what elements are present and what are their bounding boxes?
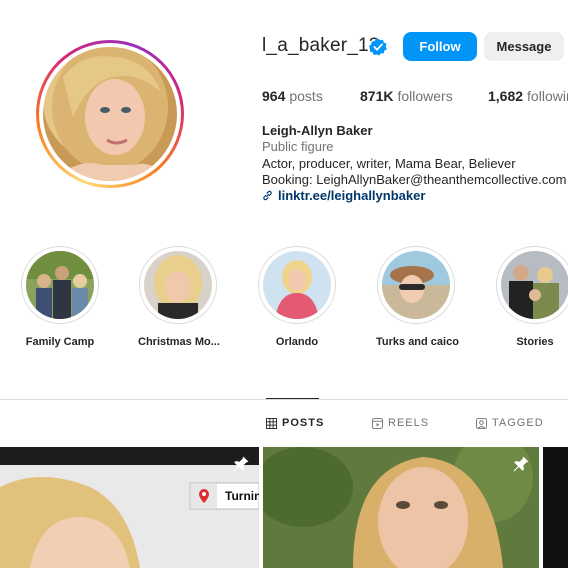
tab-reels[interactable]: REELS (372, 417, 429, 429)
post-thumbnail[interactable] (543, 447, 568, 568)
highlight-label: Orlando (275, 336, 319, 348)
post-image (0, 447, 259, 568)
bio-description: Actor, producer, writer, Mama Bear, Beli… (262, 156, 516, 171)
profile-username: l_a_baker_13 (262, 35, 380, 56)
highlight-family-camp[interactable]: Family Camp (20, 246, 100, 348)
tab-tagged[interactable]: TAGGED (476, 417, 544, 429)
active-tab-indicator (266, 398, 319, 399)
post-overlay-text: Turnin (225, 489, 259, 503)
posts-stat: 964 posts (262, 88, 323, 104)
highlight-cover (382, 251, 450, 319)
message-button[interactable]: Message (484, 32, 564, 61)
tab-posts-label: POSTS (282, 417, 325, 429)
pin-icon (233, 456, 249, 472)
tab-reels-label: REELS (388, 417, 430, 429)
following-stat[interactable]: 1,682following (488, 88, 568, 104)
highlight-cover (501, 251, 568, 319)
posts-label: posts (289, 88, 323, 104)
tab-tagged-label: TAGGED (492, 417, 544, 429)
pin-icon (513, 456, 529, 472)
highlight-cover (144, 251, 212, 319)
bio-link[interactable]: linktr.ee/leighallynbaker (262, 188, 425, 203)
highlight-cover (26, 251, 94, 319)
highlight-turks-caicos[interactable]: Turks and caico (376, 246, 459, 348)
followers-count: 871K (360, 88, 394, 104)
highlight-orlando[interactable]: Orlando (257, 246, 337, 348)
highlight-cover (263, 251, 331, 319)
highlight-christmas[interactable]: Christmas Mo... (138, 246, 220, 348)
highlight-ring (496, 246, 568, 324)
verified-badge-icon (369, 38, 387, 56)
profile-avatar[interactable] (36, 40, 184, 188)
bio-booking: Booking: LeighAllynBaker@theanthemcollec… (262, 172, 567, 187)
highlight-ring (139, 246, 217, 324)
tab-posts[interactable]: POSTS (266, 417, 324, 429)
tagged-icon (476, 417, 487, 429)
post-thumbnail[interactable]: Turnin (0, 447, 259, 568)
highlight-label: Family Camp (25, 336, 95, 348)
avatar-photo (43, 47, 177, 181)
highlight-stories[interactable]: Stories (495, 246, 568, 348)
highlight-ring (258, 246, 336, 324)
post-image (263, 447, 539, 568)
followers-stat[interactable]: 871K followers (360, 88, 453, 104)
grid-icon (266, 417, 277, 429)
highlight-label: Stories (516, 336, 554, 348)
bio-name: Leigh-Allyn Baker (262, 123, 373, 138)
bio-link-text: linktr.ee/leighallynbaker (278, 188, 426, 203)
highlight-label: Turks and caico (376, 336, 459, 348)
following-count: 1,682 (488, 88, 524, 104)
highlight-label: Christmas Mo... (138, 336, 220, 348)
highlight-ring (377, 246, 455, 324)
post-thumbnail[interactable] (263, 447, 539, 568)
reels-icon (372, 417, 383, 429)
tabs-divider (0, 399, 568, 400)
posts-count: 964 (262, 88, 286, 104)
follow-button[interactable]: Follow (403, 32, 477, 61)
bio-category: Public figure (262, 139, 334, 154)
followers-label: followers (397, 88, 453, 104)
following-label: following (527, 88, 568, 104)
link-icon (263, 190, 272, 201)
highlight-ring (21, 246, 99, 324)
